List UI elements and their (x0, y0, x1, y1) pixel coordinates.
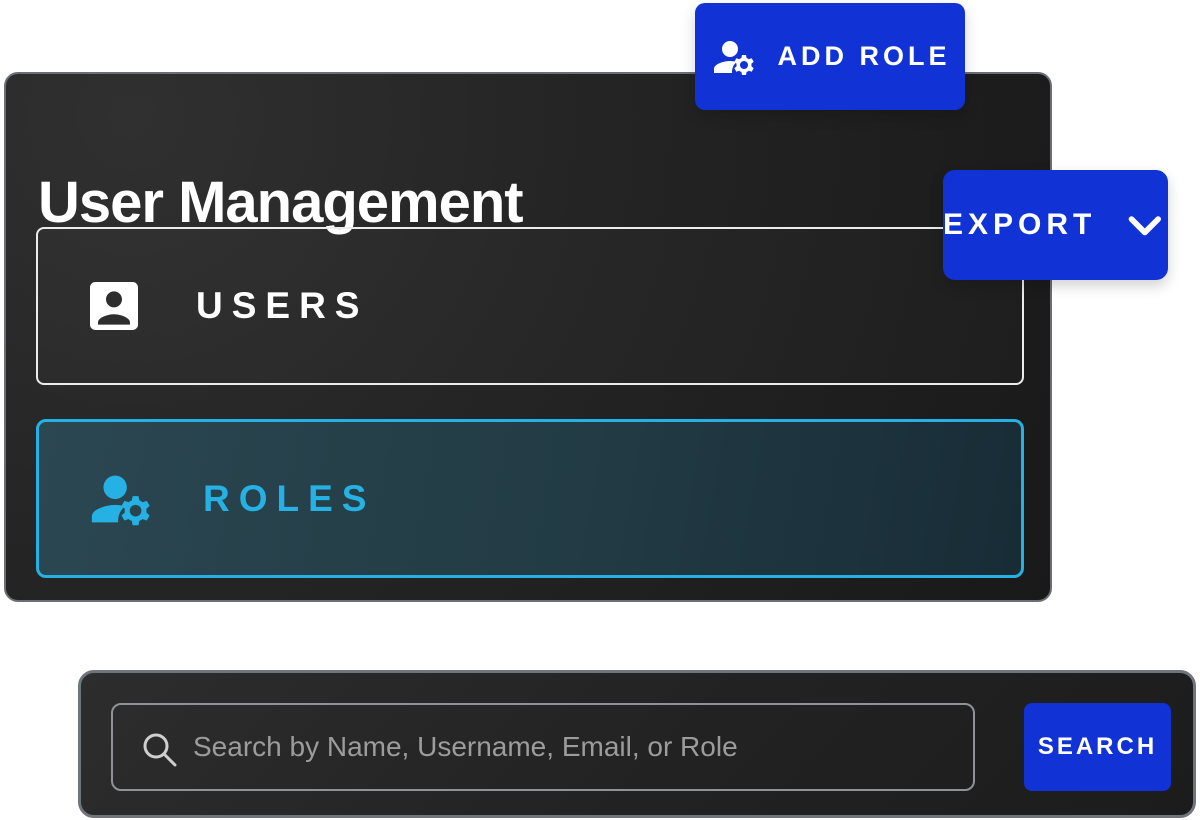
search-bar: SEARCH (78, 670, 1196, 818)
add-role-button[interactable]: ADD ROLE (695, 3, 965, 110)
page-title: User Management (38, 174, 523, 232)
person-gear-icon (710, 33, 758, 81)
tab-roles[interactable]: ROLES (36, 419, 1024, 578)
tab-users-label: USERS (196, 285, 368, 327)
tab-users[interactable]: USERS (36, 227, 1024, 385)
person-gear-icon (83, 464, 159, 534)
export-button-label: EXPORT (943, 208, 1096, 242)
add-role-button-label: ADD ROLE (778, 41, 951, 72)
search-button-label: SEARCH (1038, 733, 1157, 761)
account-box-icon (82, 274, 146, 338)
search-button[interactable]: SEARCH (1024, 703, 1171, 791)
search-input[interactable] (113, 705, 973, 789)
user-management-panel: User Management USERS ROLES (4, 72, 1052, 602)
export-button[interactable]: EXPORT (943, 170, 1168, 280)
chevron-down-icon (1122, 202, 1168, 248)
search-field (111, 703, 975, 791)
tab-roles-label: ROLES (203, 478, 375, 520)
